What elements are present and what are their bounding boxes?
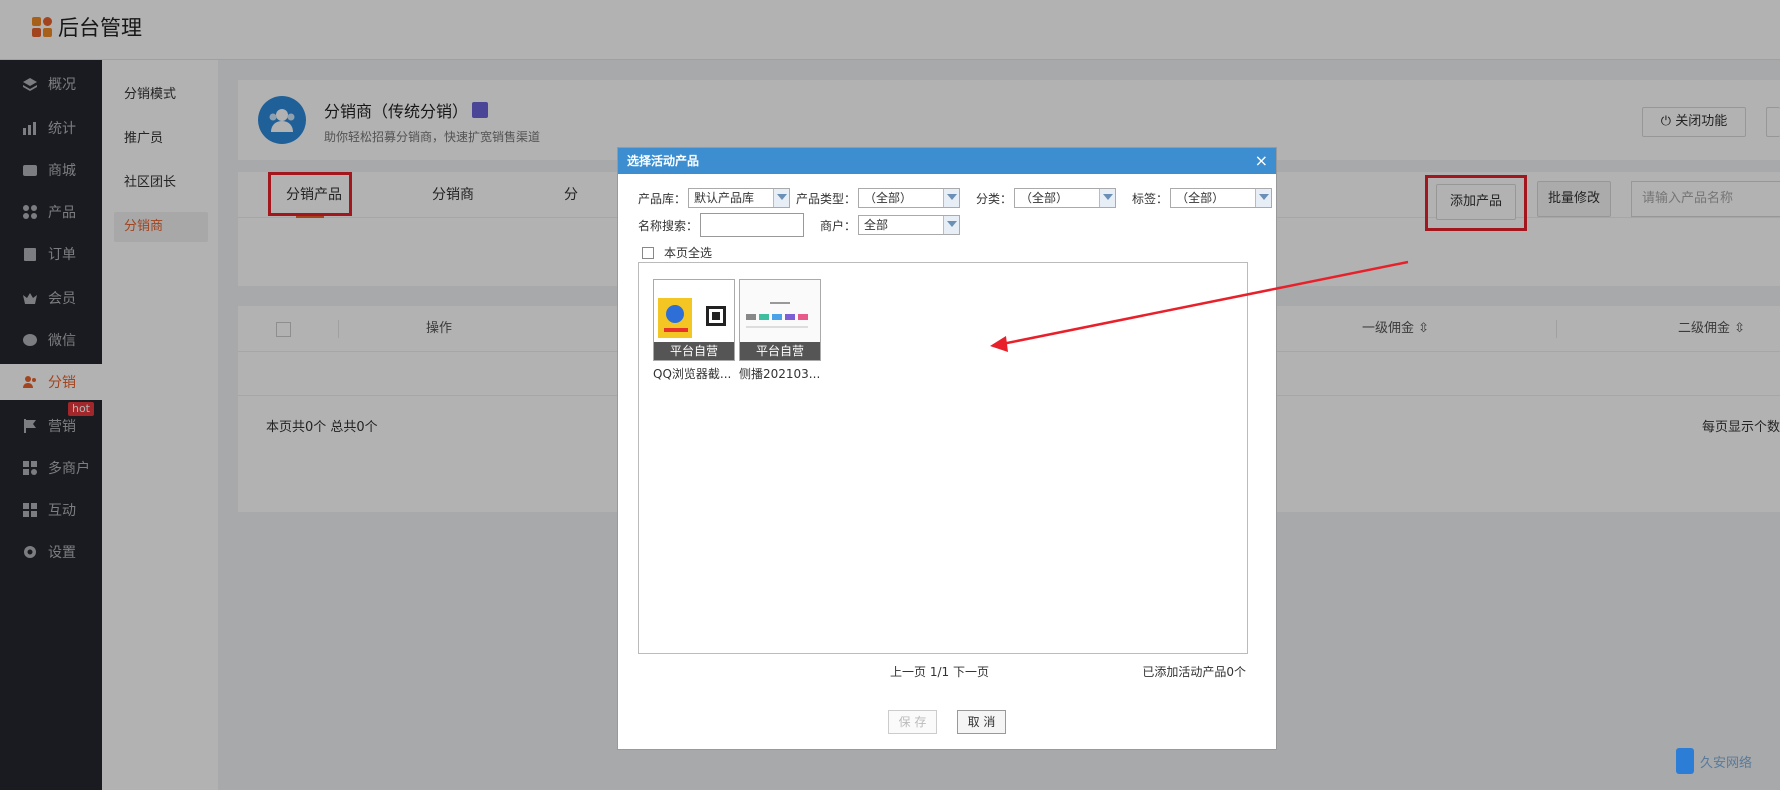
product-image-icon <box>740 280 820 342</box>
added-count: 已添加活动产品0个 <box>1142 665 1246 679</box>
product-name: 侧播202103... <box>739 367 821 381</box>
product-type-label: 产品类型： <box>796 191 857 206</box>
chevron-down-icon <box>1255 189 1272 207</box>
product-card[interactable]: 平台自营 QQ浏览器截... <box>653 279 735 382</box>
category-label: 分类： <box>976 191 1013 206</box>
save-button[interactable]: 保 存 <box>888 710 937 734</box>
product-thumbnail: 平台自营 <box>653 279 735 361</box>
product-lib-label: 产品库： <box>638 191 687 206</box>
tag-label: 标签： <box>1132 191 1169 206</box>
name-search-input[interactable] <box>700 213 805 237</box>
product-lib-value: 默认产品库 <box>694 191 755 205</box>
product-type-value: （全部） <box>864 191 913 205</box>
chevron-down-icon <box>943 189 960 207</box>
product-thumbnail: 平台自营 <box>739 279 821 361</box>
watermark-logo-icon <box>1676 748 1694 774</box>
merchant-select[interactable]: 全部 <box>858 215 961 235</box>
select-page-checkbox[interactable] <box>642 246 654 259</box>
modal-title: 选择活动产品 <box>627 154 700 168</box>
filter-row-1: 产品库： 默认产品库 产品类型： （全部） 分类： （全部） 标签： （全部） <box>638 187 1273 209</box>
watermark: 久安网络 <box>1676 748 1752 774</box>
select-page-label: 本页全选 <box>664 246 713 260</box>
product-tag: 平台自营 <box>740 342 820 360</box>
product-name: QQ浏览器截... <box>653 367 732 381</box>
cancel-button[interactable]: 取 消 <box>957 710 1006 734</box>
chevron-down-icon <box>773 189 790 207</box>
product-lib-select[interactable]: 默认产品库 <box>688 188 791 208</box>
select-product-modal: 选择活动产品 × 产品库： 默认产品库 产品类型： （全部） 分类： （全部） … <box>617 147 1277 750</box>
chevron-down-icon <box>943 216 960 234</box>
category-value: （全部） <box>1020 191 1069 205</box>
modal-pager[interactable]: 上一页 1/1 下一页 <box>890 663 989 680</box>
modal-header: 选择活动产品 × <box>618 148 1276 174</box>
name-search-label: 名称搜索： <box>638 218 699 233</box>
tag-select[interactable]: （全部） <box>1170 188 1273 208</box>
category-select[interactable]: （全部） <box>1014 188 1117 208</box>
chevron-down-icon <box>1099 189 1116 207</box>
tag-value: （全部） <box>1176 191 1225 205</box>
close-icon[interactable]: × <box>1255 148 1268 174</box>
watermark-text: 久安网络 <box>1700 755 1753 771</box>
product-grid: 平台自营 QQ浏览器截... 平台自营 侧播202103... <box>638 262 1248 654</box>
product-tag: 平台自营 <box>654 342 734 360</box>
product-type-select[interactable]: （全部） <box>858 188 961 208</box>
merchant-value: 全部 <box>864 218 889 232</box>
merchant-label: 商户： <box>820 218 857 233</box>
select-page-all[interactable]: 本页全选 <box>642 244 712 261</box>
filter-row-2: 名称搜索： 商户： 全部 <box>638 213 961 237</box>
product-card[interactable]: 平台自营 侧播202103... <box>739 279 821 382</box>
product-image-icon <box>654 280 734 342</box>
